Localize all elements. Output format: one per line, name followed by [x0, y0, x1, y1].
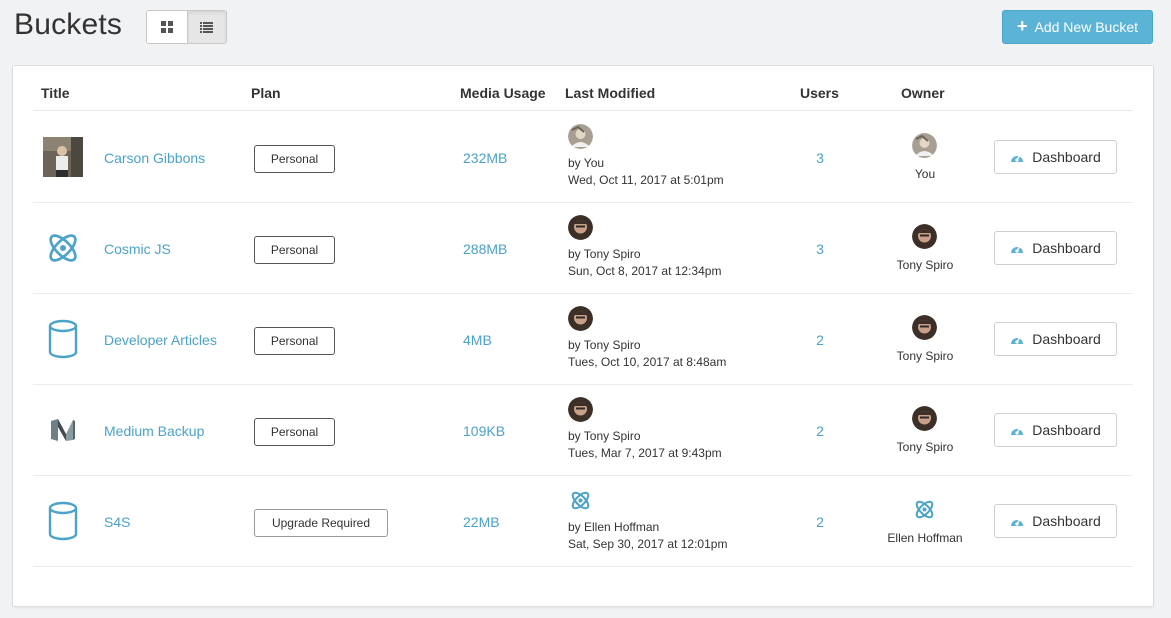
cosmic-logo-icon [43, 228, 83, 268]
media-usage-value: 22MB [463, 514, 500, 530]
modified-date: Sat, Sep 30, 2017 at 12:01pm [568, 537, 728, 551]
column-header-title: Title [41, 85, 70, 101]
owner-name: Tony Spiro [896, 349, 954, 363]
media-usage-value: 109KB [463, 423, 506, 439]
modified-by: by Tony Spiro [568, 338, 641, 352]
dashboard-button[interactable]: Dashboard [994, 413, 1117, 447]
modified-date: Tues, Oct 10, 2017 at 8:48am [568, 355, 727, 369]
view-toggle [146, 10, 227, 44]
media-usage-value: 288MB [463, 241, 508, 257]
grid-view-button[interactable] [147, 11, 187, 43]
page-title: Buckets [14, 8, 123, 41]
owner-name: Tony Spiro [896, 440, 954, 454]
bucket-title-link[interactable]: Medium Backup [104, 423, 204, 439]
add-new-bucket-button[interactable]: + Add New Bucket [1002, 10, 1153, 44]
dashboard-gauge-icon [1011, 428, 1024, 435]
dashboard-label: Dashboard [1032, 149, 1101, 165]
bucket-title-link[interactable]: Carson Gibbons [104, 150, 205, 166]
dashboard-label: Dashboard [1032, 331, 1101, 347]
modified-date: Wed, Oct 11, 2017 at 5:01pm [568, 173, 724, 187]
plan-badge[interactable]: Upgrade Required [254, 509, 388, 537]
dashboard-button[interactable]: Dashboard [994, 504, 1117, 538]
plan-badge[interactable]: Personal [254, 418, 335, 446]
plan-badge[interactable]: Personal [254, 327, 335, 355]
header-divider [33, 110, 1133, 111]
cosmic-logo-icon [915, 500, 934, 519]
media-usage-value: 4MB [463, 332, 492, 348]
column-header-users: Users [800, 85, 839, 101]
buckets-table: Title Plan Media Usage Last Modified Use… [12, 65, 1154, 607]
dashboard-gauge-icon [1011, 337, 1024, 344]
column-header-last-modified: Last Modified [565, 85, 656, 101]
table-row: Medium Backup Personal 109KB by Tony Spi… [33, 385, 1133, 476]
add-new-bucket-label: Add New Bucket [1034, 19, 1139, 35]
plan-badge[interactable]: Personal [254, 145, 335, 173]
modified-by: by You [568, 156, 605, 170]
modifier-avatar [568, 124, 593, 149]
users-count-link[interactable]: 2 [810, 514, 830, 530]
users-count-link[interactable]: 3 [810, 241, 830, 257]
dashboard-label: Dashboard [1032, 422, 1101, 438]
medium-logo-icon [43, 410, 83, 450]
modified-date: Sun, Oct 8, 2017 at 12:34pm [568, 264, 722, 278]
bucket-title-link[interactable]: S4S [104, 514, 130, 530]
database-icon [43, 501, 83, 541]
users-count-link[interactable]: 2 [810, 332, 830, 348]
grid-icon [160, 21, 173, 33]
table-row: Developer Articles Personal 4MB by Tony … [33, 294, 1133, 385]
bucket-title-link[interactable]: Cosmic JS [104, 241, 171, 257]
modified-date: Tues, Mar 7, 2017 at 9:43pm [568, 446, 722, 460]
dashboard-gauge-icon [1011, 519, 1024, 526]
table-row: Carson Gibbons Personal 232MB by You Wed… [33, 112, 1133, 203]
database-icon [43, 319, 83, 359]
modifier-avatar [568, 397, 593, 422]
owner-avatar [912, 315, 937, 340]
dashboard-button[interactable]: Dashboard [994, 231, 1117, 265]
dashboard-button[interactable]: Dashboard [994, 140, 1117, 174]
page-header: Buckets + Add New Bucket [0, 0, 1171, 60]
list-icon [200, 21, 214, 33]
modified-by: by Tony Spiro [568, 247, 641, 261]
users-count-link[interactable]: 2 [810, 423, 830, 439]
users-count-link[interactable]: 3 [810, 150, 830, 166]
dashboard-label: Dashboard [1032, 513, 1101, 529]
modifier-avatar [568, 306, 593, 331]
bucket-title-link[interactable]: Developer Articles [104, 332, 217, 348]
owner-avatar [912, 133, 937, 158]
dashboard-gauge-icon [1011, 246, 1024, 253]
table-row: S4S Upgrade Required 22MB by Ellen Hoffm… [33, 476, 1133, 567]
dashboard-label: Dashboard [1032, 240, 1101, 256]
list-view-button[interactable] [186, 11, 226, 43]
plus-icon: + [1016, 16, 1028, 36]
media-usage-value: 232MB [463, 150, 508, 166]
cosmic-logo-icon [571, 491, 590, 510]
dashboard-button[interactable]: Dashboard [994, 322, 1117, 356]
column-header-owner: Owner [901, 85, 945, 101]
owner-avatar [912, 406, 937, 431]
table-row: Cosmic JS Personal 288MB by Tony Spiro S… [33, 203, 1133, 294]
column-header-plan: Plan [251, 85, 281, 101]
owner-name: Ellen Hoffman [887, 531, 963, 545]
modified-by: by Tony Spiro [568, 429, 641, 443]
modified-by: by Ellen Hoffman [568, 520, 660, 534]
dashboard-gauge-icon [1011, 155, 1024, 162]
modifier-avatar [568, 215, 593, 240]
owner-name: Tony Spiro [896, 258, 954, 272]
bucket-photo-thumbnail [43, 137, 83, 177]
owner-name: You [914, 167, 936, 181]
plan-badge[interactable]: Personal [254, 236, 335, 264]
owner-avatar [912, 224, 937, 249]
column-header-media-usage: Media Usage [460, 85, 546, 101]
